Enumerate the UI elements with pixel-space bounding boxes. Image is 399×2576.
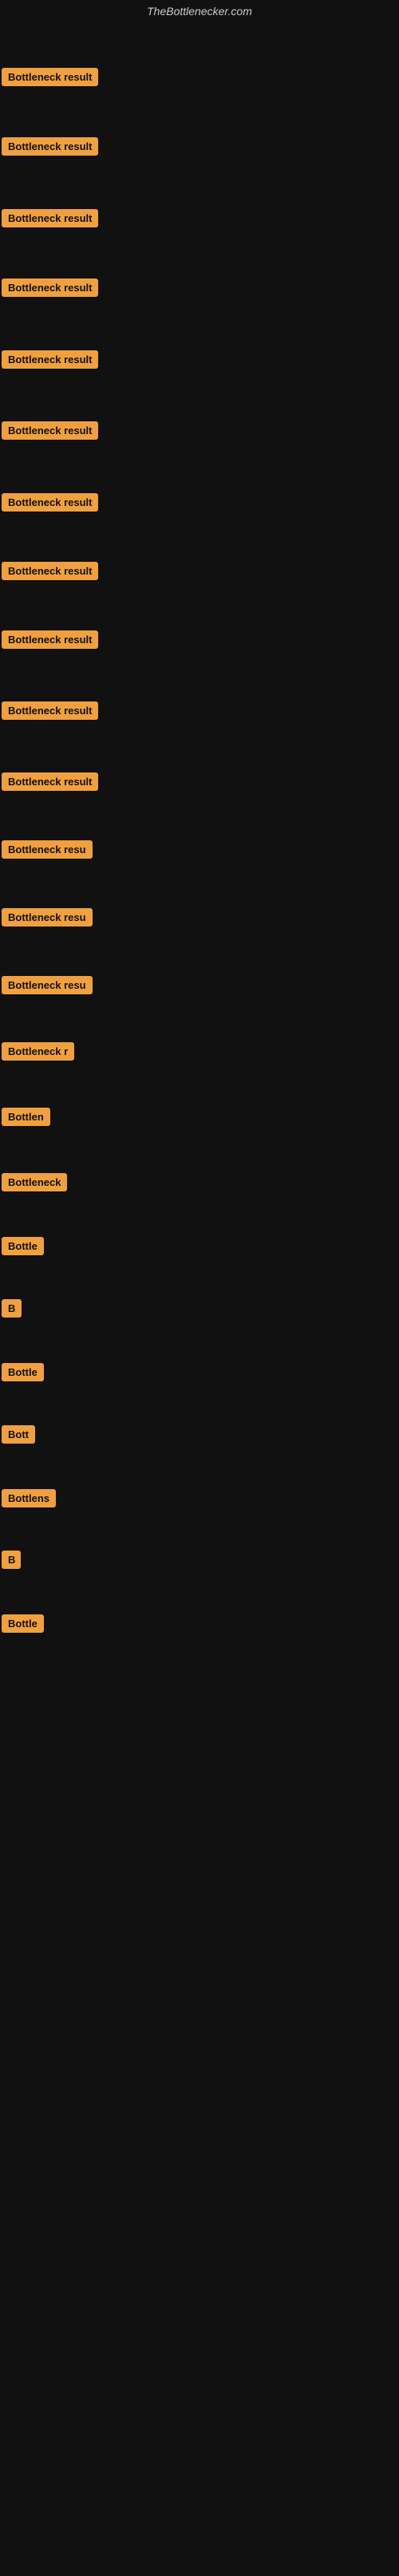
bottleneck-badge: Bottlen <box>2 1108 50 1126</box>
bottleneck-badge: Bottlens <box>2 1489 56 1507</box>
bottleneck-badge: B <box>2 1551 21 1569</box>
bottleneck-badge: B <box>2 1299 22 1318</box>
bottleneck-badge: Bottleneck r <box>2 1042 74 1061</box>
bottleneck-badge: Bottleneck <box>2 1173 67 1191</box>
bottleneck-badge: Bottleneck result <box>2 630 98 649</box>
bottleneck-badge: Bott <box>2 1425 35 1444</box>
bottleneck-badge: Bottleneck result <box>2 68 98 86</box>
bottleneck-badge: Bottleneck result <box>2 772 98 791</box>
bottleneck-badge: Bottleneck result <box>2 421 98 440</box>
bottleneck-badge: Bottleneck result <box>2 209 98 227</box>
bottleneck-badge: Bottle <box>2 1237 44 1255</box>
bottleneck-badge: Bottleneck resu <box>2 908 93 926</box>
bottleneck-badge: Bottle <box>2 1614 44 1633</box>
bottleneck-badge: Bottleneck result <box>2 562 98 580</box>
bottleneck-badge: Bottleneck resu <box>2 976 93 994</box>
bottleneck-badge: Bottleneck result <box>2 493 98 512</box>
bottleneck-badge: Bottleneck result <box>2 279 98 297</box>
results-container: Bottleneck result Bottleneck result Bottle… <box>0 22 399 2576</box>
bottleneck-badge: Bottleneck result <box>2 350 98 369</box>
bottleneck-badge: Bottleneck resu <box>2 840 93 859</box>
page-container: TheBottlenecker.com Bottleneck resultBot… <box>0 0 399 2576</box>
bottleneck-badge: Bottleneck result <box>2 701 98 720</box>
site-title: TheBottlenecker.com <box>0 0 399 22</box>
bottleneck-badge: Bottleneck result <box>2 137 98 156</box>
bottleneck-badge: Bottle <box>2 1363 44 1381</box>
